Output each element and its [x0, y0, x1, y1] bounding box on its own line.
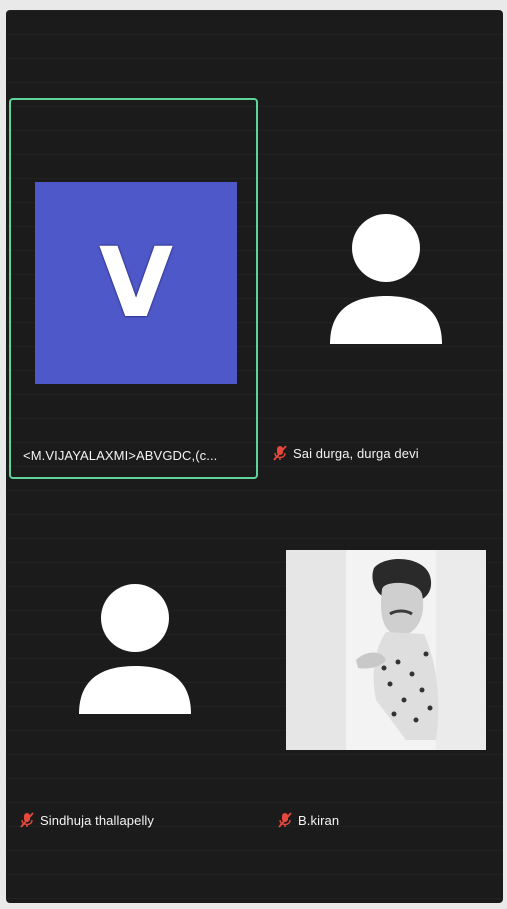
mic-off-icon: [273, 445, 287, 461]
profile-photo-drawing: [286, 550, 486, 750]
participant-name-text: B.kiran: [298, 812, 340, 828]
participant-tile-b-kiran[interactable]: B.kiran: [260, 480, 503, 838]
participant-name: Sai durga, durga devi: [273, 445, 419, 461]
avatar: V: [35, 182, 237, 384]
participant-name-text: Sindhuja thallapelly: [40, 812, 155, 828]
participant-tile-sai-durga[interactable]: Sai durga, durga devi: [260, 98, 503, 479]
meeting-grid: V <M.VIJAYALAXMI>ABVGDC,(c... Sai durga,…: [6, 10, 503, 903]
participant-name: B.kiran: [278, 812, 339, 828]
mic-off-icon: [278, 812, 292, 828]
participant-name-text: <M.VIJAYALAXMI>ABVGDC,(c...: [23, 448, 218, 463]
person-icon: [330, 214, 442, 344]
avatar-letter: V: [98, 227, 174, 339]
mic-off-icon: [20, 812, 34, 828]
participant-tile-vijayalaxmi[interactable]: V <M.VIJAYALAXMI>ABVGDC,(c...: [9, 98, 258, 479]
participant-name: Sindhuja thallapelly: [20, 812, 154, 828]
participant-name: <M.VIJAYALAXMI>ABVGDC,(c...: [23, 448, 217, 463]
participant-tile-sindhuja[interactable]: Sindhuja thallapelly: [9, 480, 258, 838]
person-icon: [79, 584, 191, 714]
participant-name-text: Sai durga, durga devi: [293, 445, 419, 461]
profile-photo: [286, 550, 486, 750]
